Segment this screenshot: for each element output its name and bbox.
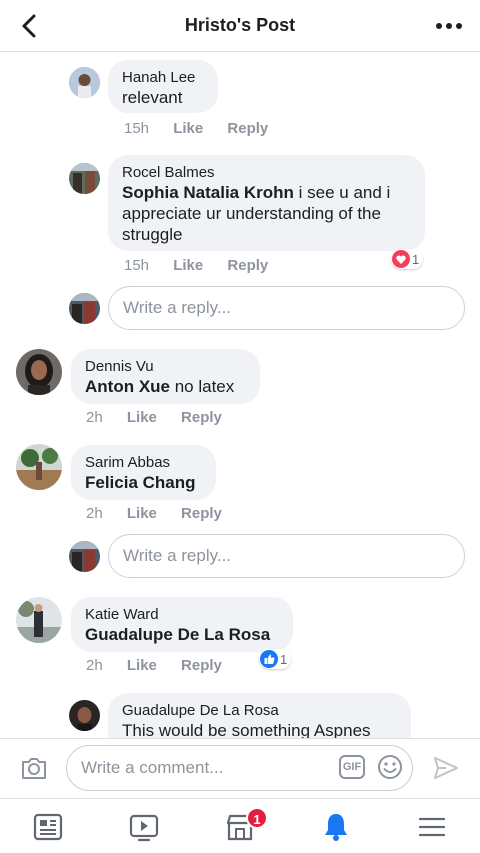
comment-time: 15h <box>124 120 150 137</box>
reaction-summary[interactable]: 1 <box>391 249 424 269</box>
avatar[interactable] <box>16 444 62 490</box>
watch-video-icon[interactable] <box>128 811 160 843</box>
like-button[interactable]: Like <box>127 505 157 522</box>
reply-button[interactable]: Reply <box>227 257 268 274</box>
comment-bubble: Hanah Lee relevant <box>108 60 218 113</box>
mentioned-user[interactable]: Guadalupe De La Rosa <box>85 625 270 644</box>
avatar[interactable] <box>69 67 100 98</box>
love-reaction-icon <box>392 250 410 268</box>
like-button[interactable]: Like <box>173 257 203 274</box>
commenter-name[interactable]: Hanah Lee <box>122 69 204 87</box>
avatar[interactable] <box>16 597 62 643</box>
reaction-count: 1 <box>280 651 288 667</box>
reaction-count: 1 <box>412 251 420 267</box>
like-button[interactable]: Like <box>127 409 157 426</box>
gif-button[interactable]: GIF <box>339 755 365 779</box>
send-icon[interactable] <box>432 754 460 782</box>
comment-actions: 2h Like Reply <box>86 505 242 522</box>
comment-text: relevant <box>122 88 183 107</box>
reply-button[interactable]: Reply <box>181 657 222 674</box>
like-button[interactable]: Like <box>127 657 157 674</box>
comment-text-part: i see u and i <box>293 183 391 202</box>
comment-time: 2h <box>86 657 103 674</box>
mentioned-user[interactable]: Sophia Natalia Krohn <box>122 183 294 202</box>
commenter-name[interactable]: Rocel Balmes <box>122 164 411 182</box>
menu-icon[interactable] <box>416 811 448 843</box>
comment-text: Anton Xue no latex <box>85 376 246 397</box>
avatar[interactable] <box>69 163 100 194</box>
comment-actions: 15h Like Reply <box>124 120 288 137</box>
reply-button[interactable]: Reply <box>181 505 222 522</box>
comment-composer: Write a comment... GIF <box>0 738 480 798</box>
like-reaction-icon <box>260 650 278 668</box>
reply-input[interactable]: Write a reply... <box>108 534 465 578</box>
comment-actions: 2h Like Reply <box>86 657 242 674</box>
commenter-name[interactable]: Katie Ward <box>85 606 279 624</box>
comment-text: Sophia Natalia Krohn i see u and i <box>122 182 411 203</box>
comment-bubble: Rocel Balmes Sophia Natalia Krohn i see … <box>108 155 425 251</box>
comments-list: Hanah Lee relevant 15h Like Reply Rocel … <box>0 52 480 738</box>
notification-badge: 1 <box>246 807 268 829</box>
more-options-icon[interactable] <box>434 14 464 38</box>
comment-time: 2h <box>86 409 103 426</box>
reply-button[interactable]: Reply <box>227 120 268 137</box>
comment-bubble: Guadalupe De La Rosa This would be somet… <box>108 693 411 738</box>
commenter-name[interactable]: Guadalupe De La Rosa <box>122 702 397 720</box>
like-button[interactable]: Like <box>173 120 203 137</box>
camera-icon[interactable] <box>20 755 48 781</box>
comment-time: 15h <box>124 257 150 274</box>
page-title: Hristo's Post <box>184 15 296 35</box>
comment-text-line: struggle <box>122 225 183 244</box>
mentioned-user[interactable]: Anton Xue <box>85 377 170 396</box>
reaction-summary[interactable]: 1 <box>259 649 292 669</box>
current-user-avatar <box>69 293 100 324</box>
bottom-navigation: 1 <box>0 798 480 853</box>
reply-input[interactable]: Write a reply... <box>108 286 465 330</box>
news-feed-icon[interactable] <box>32 811 64 843</box>
mentioned-user[interactable]: Felicia Chang <box>85 473 196 492</box>
comment-bubble: Katie Ward Guadalupe De La Rosa <box>71 597 293 652</box>
avatar[interactable] <box>69 700 100 731</box>
comment-bubble: Sarim Abbas Felicia Chang <box>71 445 216 500</box>
notifications-bell-icon[interactable] <box>320 811 352 843</box>
commenter-name[interactable]: Dennis Vu <box>85 358 246 376</box>
comment-text: This would be something Aspnes <box>122 721 371 738</box>
comment-actions: 2h Like Reply <box>86 409 242 426</box>
comment-actions: 15h Like Reply <box>124 257 288 274</box>
reply-button[interactable]: Reply <box>181 409 222 426</box>
current-user-avatar <box>69 541 100 572</box>
comment-bubble: Dennis Vu Anton Xue no latex <box>71 349 260 404</box>
avatar[interactable] <box>16 349 62 395</box>
comment-text: Guadalupe De La Rosa <box>85 624 279 645</box>
emoji-icon[interactable] <box>377 754 403 780</box>
comment-time: 2h <box>86 505 103 522</box>
comment-text-line: appreciate ur understanding of the <box>122 204 381 223</box>
comment-text-part: no latex <box>170 377 235 396</box>
post-header: Hristo's Post <box>0 0 480 52</box>
commenter-name[interactable]: Sarim Abbas <box>85 454 202 472</box>
comment-text: Felicia Chang <box>85 472 202 493</box>
